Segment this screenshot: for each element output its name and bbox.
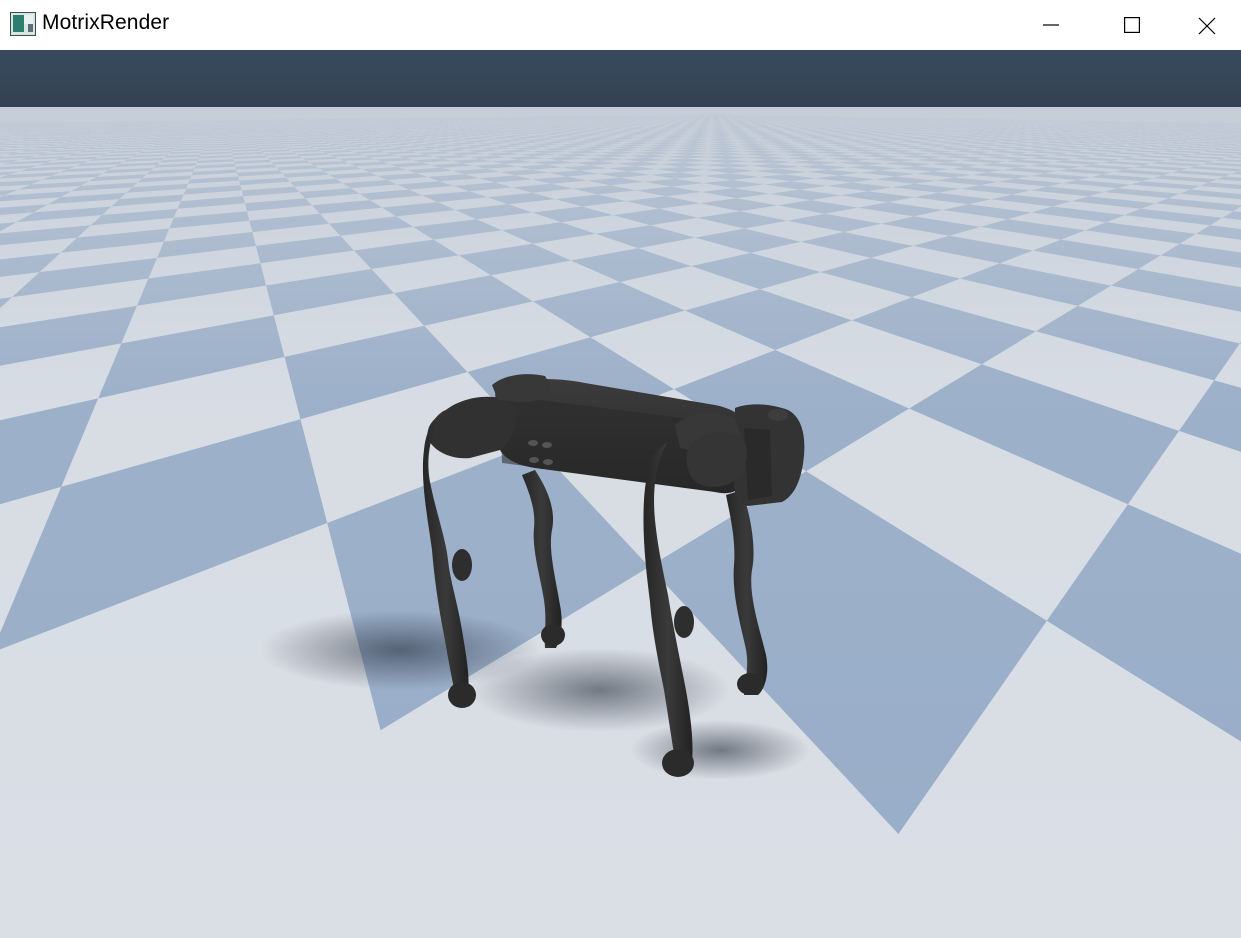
app-window-icon xyxy=(10,12,36,41)
horizon-haze xyxy=(0,107,1241,938)
close-button[interactable] xyxy=(1173,0,1241,50)
close-icon xyxy=(1198,17,1216,35)
sky xyxy=(0,50,1241,107)
render-viewport[interactable] xyxy=(0,50,1241,938)
maximize-icon xyxy=(1124,17,1140,33)
window-title: MotrixRender xyxy=(42,11,170,34)
window-title-bar[interactable]: MotrixRender xyxy=(0,0,1241,50)
head-sensor xyxy=(768,409,788,421)
maximize-button[interactable] xyxy=(1092,0,1172,50)
minimize-icon xyxy=(1043,24,1059,26)
minimize-button[interactable] xyxy=(1011,0,1091,50)
